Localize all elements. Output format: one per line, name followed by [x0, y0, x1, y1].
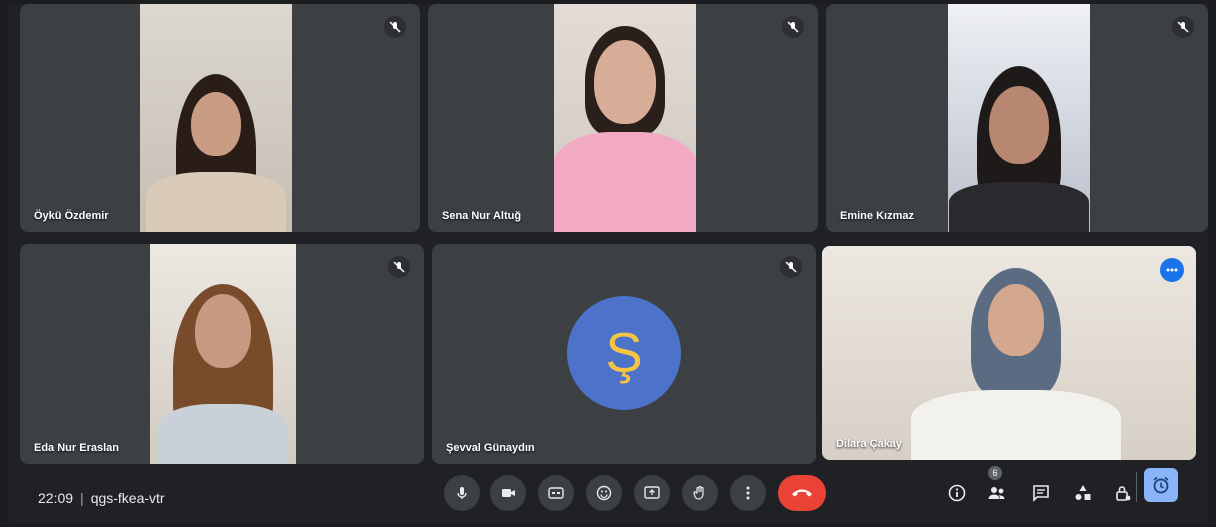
host-controls-button[interactable]	[1110, 480, 1136, 506]
mic-button[interactable]	[444, 475, 480, 511]
people-icon	[988, 487, 1005, 499]
camera-button[interactable]	[490, 475, 526, 511]
timer-icon	[1153, 476, 1169, 494]
camera-icon	[502, 489, 515, 497]
participant-video	[554, 4, 696, 232]
more-options-icon	[746, 486, 750, 500]
meeting-code: qgs-fkea-vtr	[90, 490, 165, 506]
emoji-button[interactable]	[586, 475, 622, 511]
meeting-info: 22:09 | qgs-fkea-vtr	[38, 490, 165, 506]
people-button[interactable]: 6	[984, 466, 1010, 506]
self-tile[interactable]: Dilara Çakay	[822, 246, 1196, 460]
host-controls-icon	[1116, 486, 1131, 501]
toolbar-divider	[1136, 472, 1137, 502]
mic-icon	[457, 487, 467, 499]
participant-name: Öykü Özdemir	[34, 210, 109, 222]
chat-icon	[1033, 485, 1049, 502]
mic-off-icon	[384, 16, 406, 38]
emoji-icon	[596, 485, 612, 501]
mic-off-icon	[782, 16, 804, 38]
participant-avatar: Ş	[567, 296, 681, 410]
participant-name: Şevval Günaydın	[446, 442, 535, 454]
participant-video	[150, 244, 296, 464]
raise-hand-icon	[693, 485, 704, 500]
participant-video	[822, 246, 1196, 460]
present-button[interactable]	[634, 475, 670, 511]
participant-tile[interactable]: Eda Nur Eraslan	[20, 244, 424, 464]
participant-video	[140, 4, 292, 232]
bottom-toolbar: 22:09 | qgs-fkea-vtr 6	[8, 466, 1208, 523]
participant-tile[interactable]: Ş Şevval Günaydın	[432, 244, 816, 464]
mic-off-icon	[780, 256, 802, 278]
captions-icon	[548, 487, 564, 499]
participant-name: Sena Nur Altuğ	[442, 210, 522, 222]
present-icon	[644, 486, 660, 499]
activities-button[interactable]	[1070, 480, 1096, 506]
more-options-button[interactable]	[730, 475, 766, 511]
participant-name: Emine Kızmaz	[840, 210, 914, 222]
meet-stage: Öykü Özdemir Sena Nur Altuğ Emine Kızmaz	[8, 4, 1208, 523]
meeting-separator: |	[80, 490, 84, 506]
end-call-icon	[792, 489, 812, 497]
meeting-time: 22:09	[38, 490, 74, 506]
info-icon	[948, 484, 966, 502]
participant-name: Eda Nur Eraslan	[34, 442, 119, 454]
mic-off-icon	[1172, 16, 1194, 38]
participant-name: Dilara Çakay	[836, 438, 903, 450]
activities-icon	[1075, 485, 1091, 500]
end-call-button[interactable]	[778, 475, 826, 511]
participant-video	[948, 4, 1090, 232]
info-button[interactable]	[944, 480, 970, 506]
raise-hand-button[interactable]	[682, 475, 718, 511]
chat-button[interactable]	[1028, 480, 1054, 506]
people-count-badge: 6	[988, 466, 1002, 480]
mic-off-icon	[388, 256, 410, 278]
participant-tile[interactable]: Emine Kızmaz	[826, 4, 1208, 232]
more-options-icon[interactable]	[1160, 258, 1184, 282]
participant-tile[interactable]: Öykü Özdemir	[20, 4, 420, 232]
timer-button[interactable]	[1144, 468, 1178, 502]
captions-button[interactable]	[538, 475, 574, 511]
participant-tile[interactable]: Sena Nur Altuğ	[428, 4, 818, 232]
